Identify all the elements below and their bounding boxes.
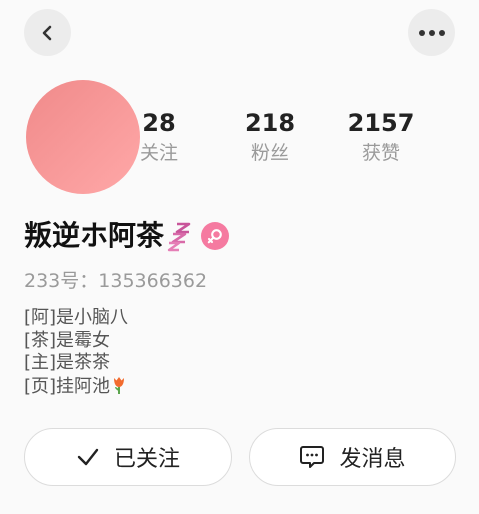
stat-likes[interactable]: 2157 获赞 <box>346 108 416 165</box>
sleeping-zzz-icon <box>167 222 191 252</box>
stat-likes-count: 2157 <box>347 109 415 137</box>
stat-fans-count: 218 <box>244 109 296 137</box>
check-icon <box>77 448 99 466</box>
user-id: 233号：135366362 <box>24 270 208 292</box>
following-button[interactable]: 已关注 <box>24 428 232 486</box>
stat-fans[interactable]: 218 粉丝 <box>238 108 302 165</box>
stat-following-label: 关注 <box>139 142 178 164</box>
female-gender-icon <box>201 222 230 250</box>
send-message-button[interactable]: 发消息 <box>249 428 456 486</box>
stat-following-count: 28 <box>142 109 176 137</box>
chevron-left-icon <box>42 25 51 40</box>
stat-likes-label: 获赞 <box>361 142 400 164</box>
following-button-label: 已关注 <box>113 447 180 472</box>
name-row: 叛逆ホ阿茶 <box>24 216 230 256</box>
stat-following[interactable]: 28 关注 <box>136 108 182 165</box>
bio-line: [茶]是霉女 <box>24 329 111 351</box>
bio: [阿]是小脑八 [茶]是霉女 [主]是茶茶 [页]挂阿池 <box>24 307 128 398</box>
profile-name: 叛逆ホ阿茶 <box>24 219 165 252</box>
more-button[interactable] <box>408 9 455 56</box>
bio-line: [主]是茶茶 <box>24 352 111 373</box>
bio-line-last: [页]挂阿池 <box>24 375 128 399</box>
more-horizontal-icon <box>418 29 445 36</box>
back-button[interactable] <box>24 9 71 56</box>
avatar[interactable] <box>26 80 140 194</box>
tulip-emoji <box>114 376 125 394</box>
message-bubble-icon <box>300 446 325 468</box>
send-message-button-label: 发消息 <box>339 447 406 472</box>
bio-line: [页]挂阿池 <box>24 375 111 397</box>
bio-line: [阿]是小脑八 <box>24 307 129 328</box>
stat-fans-label: 粉丝 <box>250 142 289 164</box>
